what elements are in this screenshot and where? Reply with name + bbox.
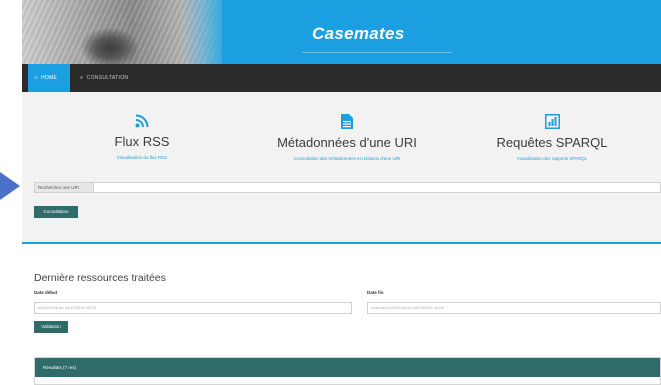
results-panel: Résultats (7 res) (34, 357, 661, 385)
features-panel: Flux RSS Visualisation du flux RSS Métad… (22, 92, 661, 242)
section-divider (22, 242, 661, 244)
recent-resources-title: Dernière ressources traitées (34, 272, 166, 284)
feature-rss[interactable]: Flux RSS Visualisation du flux RSS (42, 92, 242, 160)
feature-title: Requêtes SPARQL (496, 135, 608, 150)
feature-link[interactable]: Visualisation du flux RSS (42, 155, 242, 160)
nav-home[interactable]: ⌂ Home (28, 64, 70, 92)
uri-search-label: Rechercher une URI (34, 182, 94, 193)
feature-title: Métadonnées d'une URI (277, 135, 417, 150)
bar-chart-icon (544, 114, 560, 129)
feature-title: Flux RSS (114, 134, 170, 149)
end-date-input[interactable]: mois au 04/10/2016 au 04/10/2016 10:00 (367, 302, 661, 314)
header-photo (22, 0, 222, 64)
start-date-label: Date début (34, 290, 58, 295)
rss-icon (135, 114, 149, 128)
app-title: Casemates (312, 24, 405, 43)
validate-button[interactable]: Validation (34, 321, 68, 333)
feature-sparql[interactable]: Requêtes SPARQL Visualisation des rappor… (452, 92, 652, 161)
uri-search-row: Rechercher une URI (34, 182, 661, 193)
app-header: Casemates (22, 0, 661, 64)
pointer-arrow (0, 172, 20, 200)
home-icon: ⌂ (34, 75, 38, 81)
nav-home-label: Home (40, 75, 58, 81)
title-underline (302, 52, 452, 53)
nav-consultation-label: Consultation (86, 75, 129, 81)
feature-link[interactable]: Visualisation des rapports SPARQL (452, 156, 652, 161)
document-icon (341, 114, 353, 129)
search-icon: ⌕ (80, 75, 84, 81)
nav-consultation[interactable]: ⌕ Consultation (74, 64, 144, 92)
results-header: Résultats (7 res) (35, 358, 660, 377)
end-date-label: Date fin (367, 290, 384, 295)
consult-button[interactable]: Consultation (34, 206, 78, 218)
uri-search-input[interactable] (94, 182, 661, 193)
app-window: Casemates ⌂ Home ⌕ Consultation Flux RSS V… (22, 0, 661, 385)
feature-uri-metadata[interactable]: Métadonnées d'une URI Consultation des m… (247, 92, 447, 161)
main-navbar: ⌂ Home ⌕ Consultation (22, 64, 661, 92)
feature-link[interactable]: Consultation des métadonnées et relation… (247, 156, 447, 161)
start-date-input[interactable]: 04/10/2016 au 04/10/2016 10:00 (34, 302, 352, 314)
